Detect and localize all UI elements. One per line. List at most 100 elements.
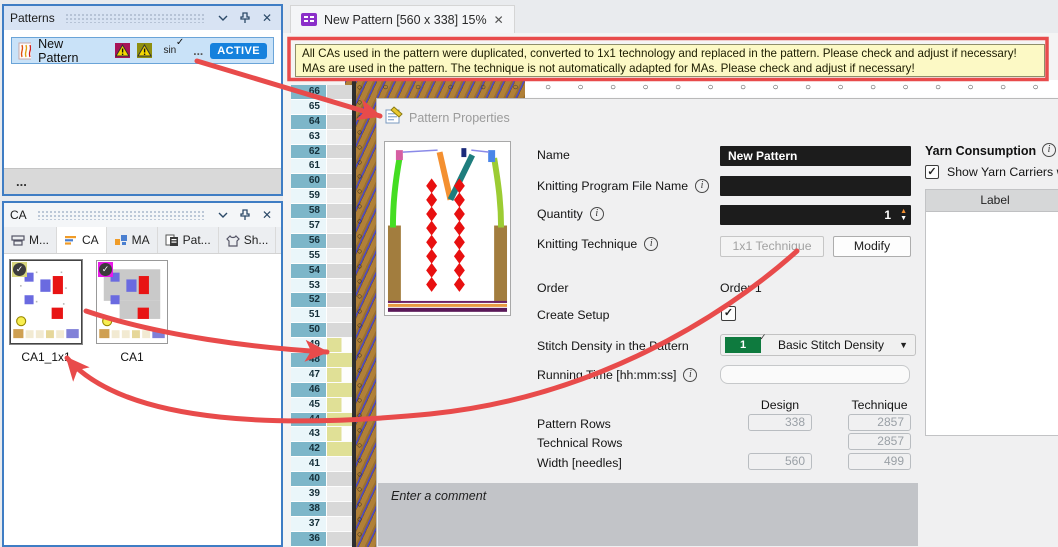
row-marker-cell[interactable] — [326, 264, 352, 279]
close-icon[interactable]: ✕ — [259, 10, 275, 26]
row-number[interactable]: 61 — [291, 159, 326, 174]
patterns-more-bar[interactable]: ... — [4, 168, 281, 194]
row-number[interactable]: 42 — [291, 442, 326, 457]
row-marker-cell[interactable] — [326, 353, 352, 368]
row-number[interactable]: 38 — [291, 502, 326, 517]
row-number[interactable]: 57 — [291, 219, 326, 234]
stitch-density-dropdown[interactable]: 1 ✓ Basic Stitch Density ▼ — [720, 334, 916, 356]
pin-icon[interactable] — [237, 207, 253, 223]
row-number[interactable]: 58 — [291, 204, 326, 219]
row-number[interactable]: 63 — [291, 130, 326, 145]
row-marker-cell[interactable] — [326, 159, 352, 174]
row-number[interactable]: 47 — [291, 368, 326, 383]
tab-ca[interactable]: CA — [57, 227, 107, 253]
row-marker-cell[interactable] — [326, 368, 352, 383]
pattern-doc-icon — [165, 234, 179, 247]
thumbnail-ca1[interactable] — [96, 260, 168, 344]
tab-shape[interactable]: Sh... — [219, 227, 277, 253]
row-number[interactable]: 45 — [291, 398, 326, 413]
row-number[interactable]: 52 — [291, 293, 326, 308]
tab-pattern[interactable]: Pat... — [158, 227, 219, 253]
running-time-input[interactable] — [720, 365, 910, 384]
row-marker-cell[interactable] — [326, 204, 352, 219]
info-icon[interactable]: i — [644, 237, 658, 251]
show-yarn-carriers-checkbox[interactable]: ✓ — [925, 165, 939, 179]
row-number[interactable]: 50 — [291, 323, 326, 338]
row-marker-cell[interactable] — [326, 308, 352, 323]
row-marker-cell[interactable] — [326, 115, 352, 130]
row-number[interactable]: 59 — [291, 189, 326, 204]
row-marker-cell[interactable] — [326, 442, 352, 457]
row-marker-cell[interactable] — [326, 427, 352, 442]
row-marker-cell[interactable] — [326, 338, 352, 353]
row-number[interactable]: 49 — [291, 338, 326, 353]
row-number[interactable]: 37 — [291, 517, 326, 532]
row-marker-cell[interactable] — [326, 174, 352, 189]
thumbnail-ca1-1x1[interactable] — [10, 260, 82, 344]
name-input[interactable]: New Pattern — [720, 146, 911, 166]
row-number[interactable]: 46 — [291, 383, 326, 398]
row-marker-cell[interactable] — [326, 487, 352, 502]
create-setup-checkbox[interactable]: ✓ — [721, 306, 736, 321]
info-icon[interactable]: i — [1042, 143, 1056, 157]
row-marker-cell[interactable] — [326, 249, 352, 264]
item-more-button[interactable]: ... — [193, 44, 203, 58]
row-marker-cell[interactable] — [326, 145, 352, 160]
row-marker-cell[interactable] — [326, 323, 352, 338]
tab-ma[interactable]: MA — [107, 227, 158, 253]
row-marker-cell[interactable] — [326, 100, 352, 115]
quantity-input[interactable]: 1 ▲▼ — [720, 205, 911, 225]
close-icon[interactable]: ✕ — [259, 207, 275, 223]
row-number[interactable]: 44 — [291, 413, 326, 428]
row-marker-cell[interactable] — [326, 85, 352, 100]
row-number[interactable]: 54 — [291, 264, 326, 279]
row-marker-cell[interactable] — [326, 219, 352, 234]
row-marker-cell[interactable] — [326, 457, 352, 472]
row-marker-cell[interactable] — [326, 472, 352, 487]
row-marker-cell[interactable] — [326, 413, 352, 428]
row-number[interactable]: 48 — [291, 353, 326, 368]
row-number[interactable]: 36 — [291, 532, 326, 547]
spin-down-icon[interactable]: ▼ — [900, 215, 907, 222]
row-marker-cell[interactable] — [326, 189, 352, 204]
label-column-header[interactable]: Label — [926, 190, 1058, 212]
row-number[interactable]: 53 — [291, 279, 326, 294]
pattern-list-item[interactable]: New Pattern sin ✓ ... ACTIVE — [11, 37, 274, 64]
row-number[interactable]: 39 — [291, 487, 326, 502]
tab-machine[interactable]: M... — [4, 227, 57, 253]
row-marker-cell[interactable] — [326, 532, 352, 547]
document-tab[interactable]: New Pattern [560 x 338] 15% ✕ — [290, 5, 515, 33]
spin-up-icon[interactable]: ▲ — [900, 208, 907, 215]
file-name-input[interactable] — [720, 176, 911, 196]
row-number[interactable]: 40 — [291, 472, 326, 487]
row-number[interactable]: 64 — [291, 115, 326, 130]
row-number[interactable]: 66 — [291, 85, 326, 100]
modify-button[interactable]: Modify — [833, 236, 911, 257]
info-icon[interactable]: i — [683, 368, 697, 382]
row-number[interactable]: 55 — [291, 249, 326, 264]
row-number[interactable]: 43 — [291, 427, 326, 442]
row-number[interactable]: 65 — [291, 100, 326, 115]
comment-input[interactable]: Enter a comment — [378, 483, 918, 546]
chevron-down-icon[interactable] — [215, 207, 231, 223]
row-marker-cell[interactable] — [326, 293, 352, 308]
row-marker-cell[interactable] — [326, 502, 352, 517]
row-marker-cell[interactable] — [326, 398, 352, 413]
row-number[interactable]: 62 — [291, 145, 326, 160]
patterns-panel-titlebar[interactable]: Patterns ✕ — [4, 6, 281, 30]
close-icon[interactable]: ✕ — [494, 13, 504, 27]
row-marker-cell[interactable] — [326, 517, 352, 532]
row-marker-cell[interactable] — [326, 383, 352, 398]
row-number[interactable]: 41 — [291, 457, 326, 472]
ca-panel-titlebar[interactable]: CA ✕ — [4, 203, 281, 227]
row-marker-cell[interactable] — [326, 234, 352, 249]
row-marker-cell[interactable] — [326, 279, 352, 294]
info-icon[interactable]: i — [590, 207, 604, 221]
row-number[interactable]: 56 — [291, 234, 326, 249]
row-number[interactable]: 60 — [291, 174, 326, 189]
info-icon[interactable]: i — [695, 179, 709, 193]
row-marker-cell[interactable] — [326, 130, 352, 145]
pin-icon[interactable] — [237, 10, 253, 26]
row-number[interactable]: 51 — [291, 308, 326, 323]
chevron-down-icon[interactable] — [215, 10, 231, 26]
